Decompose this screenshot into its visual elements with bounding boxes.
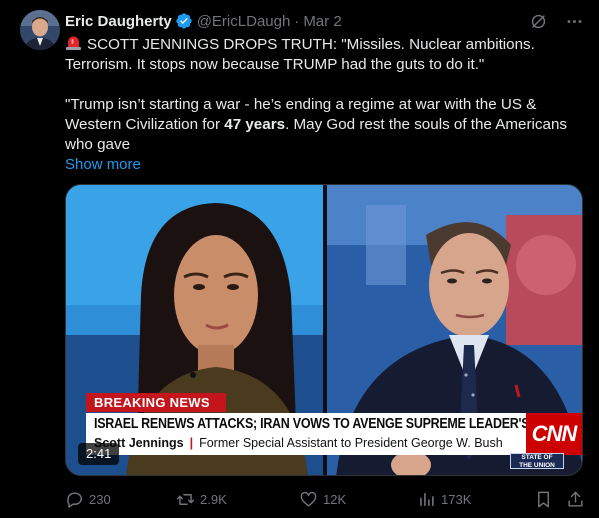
avatar-image	[20, 10, 60, 50]
views-count: 173K	[441, 491, 472, 507]
reply-icon	[67, 491, 82, 508]
share-icon	[568, 491, 583, 507]
reply-button[interactable]: 230	[65, 487, 111, 511]
video-duration: 2:41	[78, 443, 120, 465]
tweet-line-1: SCOTT JENNINGS DROPS TRUTH: "Missiles. N…	[65, 36, 535, 73]
repost-icon	[176, 493, 195, 505]
tweet-paragraph-1: SCOTT JENNINGS DROPS TRUTH: "Missiles. N…	[65, 35, 585, 75]
tweet-paragraph-2: "Trump isn’t starting a war - he’s endin…	[65, 95, 585, 155]
views-button[interactable]: 173K	[417, 487, 471, 511]
siren-emoji-icon	[65, 35, 82, 51]
avatar[interactable]	[20, 10, 60, 50]
breaking-news-label: BREAKING NEWS	[86, 393, 226, 412]
views-icon	[420, 492, 434, 506]
more-icon[interactable]	[564, 11, 584, 31]
show-logo: STATE OF THE UNION	[510, 453, 564, 469]
action-bar: 230 2.9K 12K 173K	[65, 487, 585, 511]
display-name[interactable]: Eric Daugherty	[65, 13, 172, 30]
post-date[interactable]: Mar 2	[303, 13, 341, 30]
grok-icon[interactable]	[528, 11, 548, 31]
repost-button[interactable]: 2.9K	[176, 487, 227, 511]
cnn-logo: CNN	[526, 413, 582, 455]
bookmark-button[interactable]	[534, 487, 553, 511]
verified-badge-icon[interactable]	[175, 12, 193, 30]
tweet-header: Eric Daugherty @EricLDaugh · Mar 2	[65, 11, 342, 31]
tweet[interactable]: Eric Daugherty @EricLDaugh · Mar 2 SCOTT…	[0, 0, 599, 518]
headline-bar: ISRAEL RENEWS ATTACKS; IRAN VOWS TO AVEN…	[86, 413, 574, 455]
speaker-title: Former Special Assistant to President Ge…	[199, 436, 503, 450]
repost-count: 2.9K	[200, 491, 227, 507]
show-logo-line-2: THE UNION	[519, 462, 555, 469]
show-more-link[interactable]: Show more	[65, 155, 141, 175]
handle[interactable]: @EricLDaugh	[197, 13, 291, 30]
bookmark-icon	[538, 491, 549, 507]
news-headline: ISRAEL RENEWS ATTACKS; IRAN VOWS TO AVEN…	[94, 416, 574, 432]
header-icons	[528, 11, 584, 31]
like-count: 12K	[323, 491, 347, 507]
reply-count: 230	[89, 491, 111, 507]
separator-dot: ·	[294, 12, 300, 30]
like-button[interactable]: 12K	[299, 487, 346, 511]
speaker-separator: |	[189, 436, 194, 450]
show-logo-line-1: STATE OF	[521, 454, 553, 461]
speaker-caption: Scott Jennings | Former Special Assistant …	[94, 436, 503, 450]
video-player[interactable]: BREAKING NEWS ISRAEL RENEWS ATTACKS; IRA…	[65, 184, 583, 476]
heart-icon	[300, 491, 317, 507]
tweet-line-2-bold: 47 years	[224, 116, 286, 133]
tweet-text: SCOTT JENNINGS DROPS TRUTH: "Missiles. N…	[65, 35, 585, 175]
share-button[interactable]	[566, 487, 585, 511]
